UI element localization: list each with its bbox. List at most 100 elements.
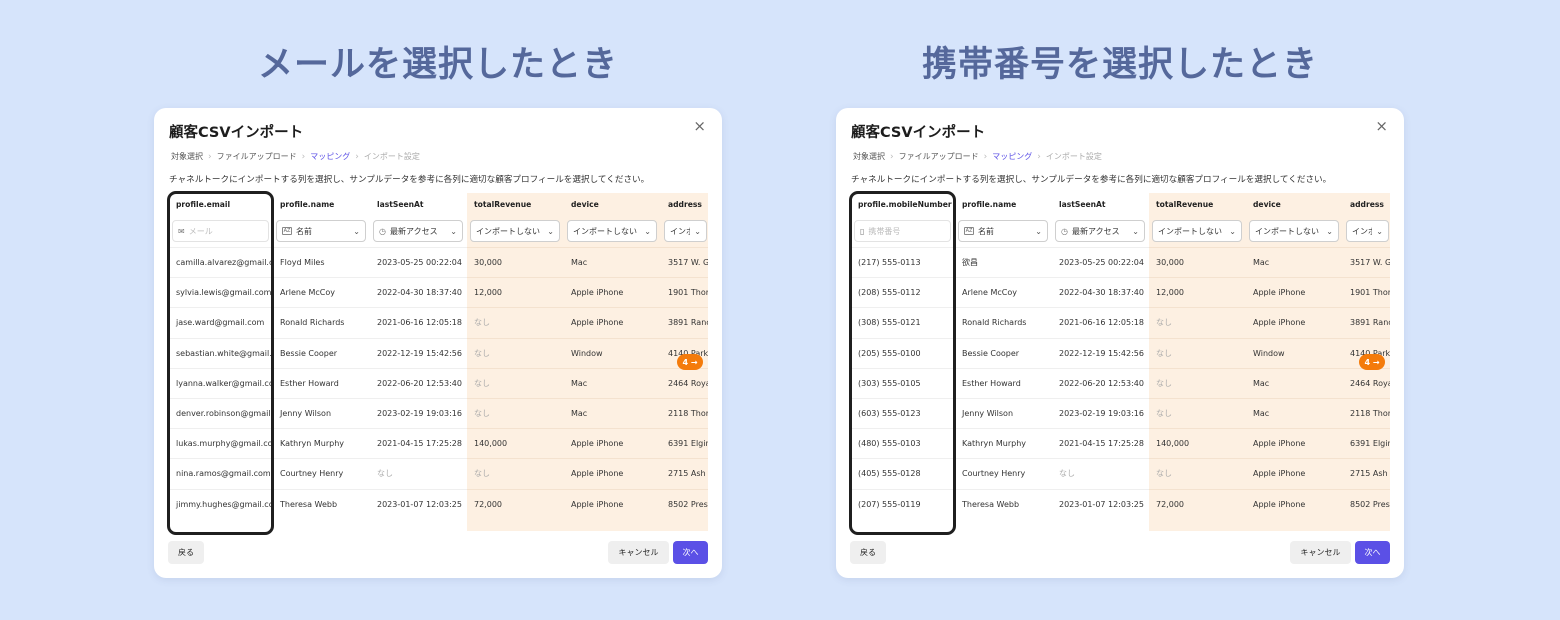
table-column: profile.name AZ 名前 ⌄ 欲昌 Arlene McCoy Ronald Ri… — [955, 193, 1052, 531]
chevron-right-icon: › — [208, 151, 212, 162]
table-cell: なし — [1149, 367, 1246, 398]
step-import-settings: インポート設定 — [363, 152, 420, 161]
table-cell: Mac — [1246, 397, 1343, 428]
table-cell: 2715 Ash Dr. — [661, 458, 708, 488]
panel-title: 携帯番号を選択したとき — [921, 45, 1318, 85]
csv-import-dialog: 顧客CSVインポート × 対象選択 › ファイルアップロード › マッピング ›… — [154, 108, 722, 578]
chevron-right-icon: › — [983, 151, 988, 162]
table-cell: なし — [467, 337, 564, 368]
chevron-down-icon: ⌄ — [1376, 226, 1383, 236]
table-cell: 2022-06-20 12:53:40 — [1052, 367, 1149, 398]
table-cell: 2021-06-16 12:05:18 — [370, 307, 467, 337]
more-columns-badge[interactable]: 4 → — [677, 354, 703, 370]
mapping-select-cell: ◷ 最新アクセス ⌄ — [370, 217, 467, 247]
table-cell: Apple iPhone — [564, 307, 661, 337]
table-cell: Theresa Webb — [955, 488, 1052, 519]
chevron-down-icon: ⌄ — [1326, 226, 1333, 236]
table-cell: Ronald Richards — [955, 307, 1052, 337]
table-cell: 1901 Thornridge — [1343, 277, 1390, 307]
profile-mapping-select[interactable]: インポートしない ⌄ — [1249, 220, 1339, 242]
table-cell: Jenny Wilson — [955, 397, 1052, 428]
table-cell: Floyd Miles — [273, 247, 370, 277]
column-header: address — [668, 200, 702, 209]
close-icon[interactable]: × — [693, 119, 706, 134]
back-button[interactable]: 戻る — [168, 541, 204, 564]
profile-mapping-select[interactable]: ◷ 最新アクセス ⌄ — [1055, 220, 1145, 242]
back-button[interactable]: 戻る — [850, 541, 886, 564]
table-column: profile.name AZ 名前 ⌄ Floyd Miles Arlene McCoy… — [273, 193, 370, 531]
name-card-icon: AZ — [964, 227, 974, 235]
step-mapping: マッピング — [310, 152, 351, 161]
chevron-right-icon: › — [355, 151, 359, 162]
table-cell: 2022-12-19 15:42:56 — [370, 337, 467, 368]
table-column: totalRevenue インポートしない ⌄ 30,000 12,000 なし なし なしな… — [467, 193, 564, 531]
table-cell: Jenny Wilson — [273, 397, 370, 428]
table-cell: Mac — [564, 367, 661, 398]
table-cell: Esther Howard — [955, 367, 1052, 398]
table-column: lastSeenAt ◷ 最新アクセス ⌄ 2023-05-25 00:22:04 202… — [370, 193, 467, 531]
name-card-icon: AZ — [282, 227, 292, 235]
column-header: lastSeenAt — [1059, 200, 1106, 209]
table-cell: Mac — [564, 247, 661, 277]
table-cell: 2021-04-15 17:25:28 — [1052, 428, 1149, 458]
mapping-select-cell: インポートしない ⌄ — [1149, 217, 1246, 247]
select-label: インポートしない — [476, 226, 540, 236]
cancel-button[interactable]: キャンセル — [1290, 541, 1351, 564]
chevron-down-icon: ⌄ — [694, 226, 701, 236]
table-cell: Ronald Richards — [273, 307, 370, 337]
mapping-select-cell: AZ 名前 ⌄ — [955, 217, 1052, 247]
chevron-down-icon: ⌄ — [353, 226, 360, 236]
table-cell: 3517 W. Gray — [1343, 247, 1390, 277]
table-cell: 2118 Thornridge — [661, 397, 708, 428]
more-columns-badge[interactable]: 4 → — [1359, 354, 1385, 370]
table-cell: Bessie Cooper — [955, 337, 1052, 368]
table-cell: 8502 Preston — [1343, 488, 1390, 519]
select-label: インポートしない — [573, 226, 637, 236]
selected-column-highlight — [167, 191, 274, 535]
profile-mapping-select[interactable]: インポートしない ⌄ — [470, 220, 560, 242]
select-label: インポート — [670, 226, 690, 236]
table-cell: なし — [1149, 458, 1246, 488]
table-cell: Arlene McCoy — [955, 277, 1052, 307]
step-file-upload: ファイルアップロード — [898, 152, 979, 161]
table-cell: 2464 Royal — [661, 367, 708, 398]
mapping-select-cell: AZ 名前 ⌄ — [273, 217, 370, 247]
cancel-button[interactable]: キャンセル — [608, 541, 669, 564]
table-cell: なし — [1149, 337, 1246, 368]
profile-mapping-select[interactable]: インポート ⌄ — [664, 220, 707, 242]
dialog-title: 顧客CSVインポート — [851, 125, 986, 141]
table-cell: Esther Howard — [273, 367, 370, 398]
profile-mapping-select[interactable]: AZ 名前 ⌄ — [276, 220, 366, 242]
clock-icon: ◷ — [1061, 226, 1068, 236]
next-button[interactable]: 次へ — [1355, 541, 1390, 564]
chevron-right-icon: › — [1037, 151, 1041, 162]
close-icon[interactable]: × — [1375, 119, 1388, 134]
table-cell: 6391 Elgin St. — [1343, 428, 1390, 458]
table-cell: 2023-05-25 00:22:04 — [370, 247, 467, 277]
table-cell: 1901 Thornridge — [661, 277, 708, 307]
select-label: 最新アクセス — [1071, 226, 1120, 236]
table-cell: 30,000 — [467, 247, 564, 277]
step-import-settings: インポート設定 — [1045, 152, 1102, 161]
table-cell: Apple iPhone — [1246, 428, 1343, 458]
table-cell: Apple iPhone — [1246, 307, 1343, 337]
profile-mapping-select[interactable]: インポート ⌄ — [1346, 220, 1389, 242]
table-cell: なし — [1052, 458, 1149, 488]
table-cell: Apple iPhone — [1246, 458, 1343, 488]
select-label: 最新アクセス — [389, 226, 438, 236]
profile-mapping-select[interactable]: AZ 名前 ⌄ — [958, 220, 1048, 242]
profile-mapping-select[interactable]: インポートしない ⌄ — [1152, 220, 1242, 242]
profile-mapping-select[interactable]: ◷ 最新アクセス ⌄ — [373, 220, 463, 242]
column-header: profile.name — [962, 200, 1017, 209]
select-label: インポートしない — [1255, 226, 1319, 236]
table-cell: なし — [467, 367, 564, 398]
instruction-text: チャネルトークにインポートする列を選択し、サンプルデータを参考に各列に適切な顧客… — [169, 175, 650, 185]
next-button[interactable]: 次へ — [673, 541, 708, 564]
profile-mapping-select[interactable]: インポートしない ⌄ — [567, 220, 657, 242]
mapping-select-cell: インポート ⌄ — [661, 217, 708, 247]
table-cell: Mac — [1246, 367, 1343, 398]
column-header: device — [571, 200, 599, 209]
chevron-down-icon: ⌄ — [1035, 226, 1042, 236]
table-cell: なし — [467, 307, 564, 337]
select-label: インポート — [1352, 226, 1372, 236]
